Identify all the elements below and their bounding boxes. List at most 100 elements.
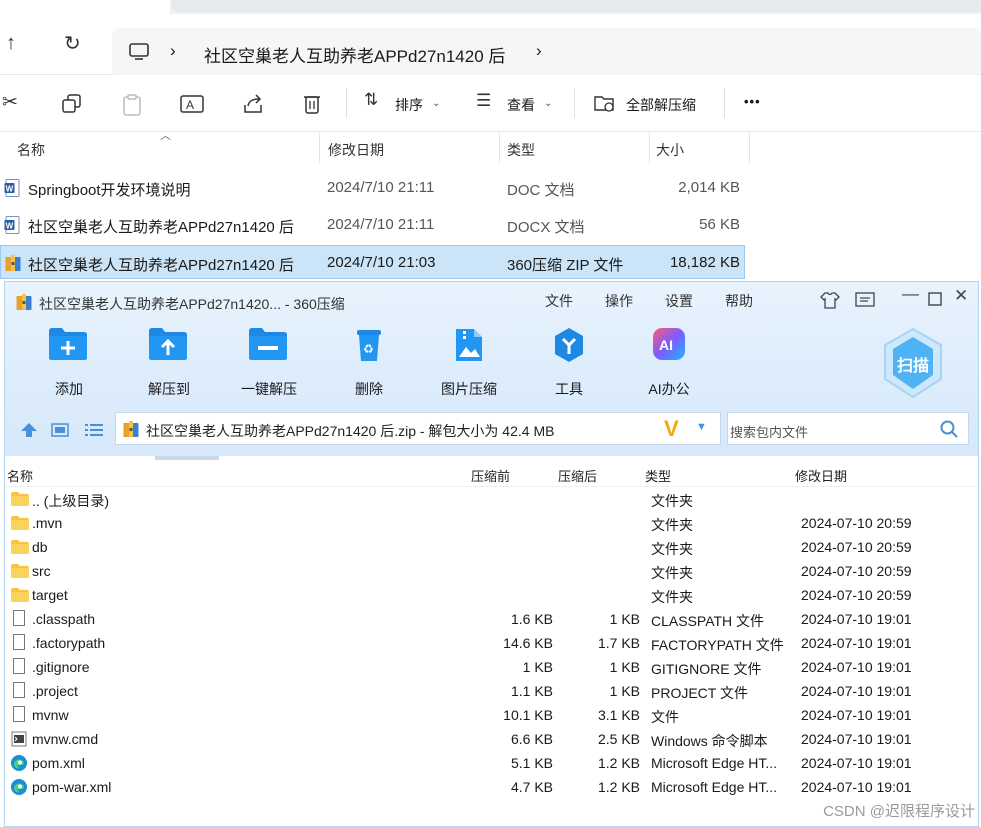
view-button[interactable]: ☰ 查看 ⌄ [474, 91, 564, 117]
file-type: DOCX 文档 [507, 219, 585, 236]
chevron-right-icon[interactable]: › [536, 41, 542, 61]
zip-row-after: 1 KB [609, 611, 640, 627]
file-type: DOC 文档 [507, 182, 575, 199]
column-type[interactable]: 类型 [507, 140, 535, 170]
sort-button[interactable]: ⇅ 排序 ⌄ [362, 90, 452, 117]
column-modified[interactable]: 修改日期 [328, 140, 384, 170]
close-icon[interactable]: ✕ [954, 286, 968, 306]
list-view-icon[interactable] [85, 423, 103, 437]
one-click-extract-button[interactable]: 一键解压 [229, 327, 309, 397]
image-compress-button[interactable]: 图片压缩 [429, 327, 509, 397]
file-size: 2,014 KB [678, 179, 740, 196]
zip-row-before: 5.1 KB [510, 755, 553, 771]
zip-row-name: pom.xml [32, 755, 85, 771]
file-row[interactable]: W Springboot开发环境说明 2024/7/10 21:11 DOC 文… [0, 171, 745, 205]
zip-list-row[interactable]: .project 1.1 KB 1 KB PROJECT 文件 2024-07-10 1… [5, 680, 978, 704]
column-name[interactable]: 名称 [17, 140, 45, 170]
zip-column-before[interactable]: 压缩前 [471, 466, 510, 485]
address-bar: ↑ ↻ › 社区空巢老人互助养老APPd27n1420 后 › [0, 14, 981, 76]
ai-office-button[interactable]: AI AI办公 [629, 327, 709, 397]
dropdown-arrow-icon[interactable]: ▼ [696, 421, 707, 433]
message-icon[interactable] [855, 292, 875, 308]
zip-row-modified: 2024-07-10 20:59 [801, 515, 912, 531]
menu-settings[interactable]: 设置 [665, 291, 693, 311]
archive-path: 社区空巢老人互助养老APPd27n1420 后.zip - 解包大小为 42.4… [146, 423, 555, 439]
extract-to-button[interactable]: 解压到 [129, 327, 209, 397]
word-doc-icon: W [4, 179, 20, 197]
extract-folder-icon [594, 96, 614, 112]
menu-file[interactable]: 文件 [545, 291, 573, 311]
menu-operation[interactable]: 操作 [605, 291, 633, 311]
delete-icon[interactable] [302, 93, 322, 115]
zip-list-row[interactable]: db 文件夹 2024-07-10 20:59 [5, 536, 978, 560]
zip-column-modified[interactable]: 修改日期 [795, 466, 847, 485]
sort-icon: ⇅ [364, 90, 379, 109]
svg-text:AI: AI [659, 337, 673, 353]
extract-all-button[interactable]: 全部解压缩 [594, 91, 714, 117]
menu-help[interactable]: 帮助 [725, 291, 753, 311]
file-row-selected[interactable]: 社区空巢老人互助养老APPd27n1420 后 2024/7/10 21:03 … [0, 245, 745, 279]
refresh-icon[interactable]: ↻ [64, 31, 81, 56]
zip-row-after: 1.2 KB [597, 755, 640, 771]
zip-list-row[interactable]: .factorypath 14.6 KB 1.7 KB FACTORYPATH 文件 2… [5, 632, 978, 656]
search-placeholder: 搜索包内文件 [730, 425, 809, 440]
breadcrumb-folder[interactable]: 社区空巢老人互助养老APPd27n1420 后 [204, 42, 505, 67]
zip-row-modified: 2024-07-10 20:59 [801, 587, 912, 603]
column-divider[interactable] [749, 133, 750, 163]
more-options-icon[interactable]: ••• [744, 94, 761, 109]
column-divider[interactable] [649, 133, 650, 163]
add-folder-icon [49, 328, 87, 360]
zip-row-name: .mvn [32, 515, 63, 531]
scan-button[interactable]: 扫描 [881, 327, 945, 399]
add-button[interactable]: 添加 [29, 327, 109, 397]
zip-row-type: 文件夹 [651, 517, 693, 533]
column-size[interactable]: 大小 [656, 140, 684, 170]
share-icon[interactable] [242, 93, 264, 115]
folder-icon [11, 564, 29, 578]
one-click-label: 一键解压 [241, 381, 297, 397]
breadcrumb[interactable]: › 社区空巢老人互助养老APPd27n1420 后 › [112, 28, 981, 76]
search-input[interactable]: 搜索包内文件 [727, 412, 969, 445]
skin-icon[interactable] [820, 291, 840, 309]
zip-row-type: 文件夹 [651, 493, 693, 509]
zip-list-row[interactable]: mvnw 10.1 KB 3.1 KB 文件 2024-07-10 19:01 [5, 704, 978, 728]
zip-list-row[interactable]: .. (上级目录) 文件夹 [5, 488, 978, 512]
file-row[interactable]: W 社区空巢老人互助养老APPd27n1420 后 2024/7/10 21:1… [0, 208, 745, 242]
search-icon[interactable] [940, 420, 958, 438]
rename-icon[interactable]: A [180, 94, 204, 114]
up-level-icon[interactable] [21, 423, 37, 437]
zip-list-row[interactable]: mvnw.cmd 6.6 KB 2.5 KB Windows 命令脚本 2024-07-… [5, 728, 978, 752]
folder-icon [11, 588, 29, 602]
zip-row-modified: 2024-07-10 19:01 [801, 635, 912, 651]
zip-row-type: PROJECT 文件 [651, 685, 748, 701]
zip-row-type: 文件夹 [651, 589, 693, 605]
path-box[interactable]: 社区空巢老人互助养老APPd27n1420 后.zip - 解包大小为 42.4… [115, 412, 721, 445]
active-tab[interactable] [0, 0, 170, 14]
watermark: CSDN @迟限程序设计 [823, 803, 975, 820]
minimize-icon[interactable]: — [902, 284, 919, 304]
tools-button[interactable]: 工具 [529, 327, 609, 397]
column-divider[interactable] [499, 133, 500, 163]
delete-button[interactable]: ♻ 删除 [329, 327, 409, 397]
column-divider[interactable] [319, 133, 320, 163]
thumbnail-view-icon[interactable] [51, 423, 69, 437]
zip-row-name: .. (上级目录) [32, 493, 109, 509]
zip-column-after[interactable]: 压缩后 [558, 466, 597, 485]
zip-row-modified: 2024-07-10 20:59 [801, 539, 912, 555]
cut-icon[interactable]: ✂ [2, 91, 18, 114]
zip-list-row[interactable]: pom.xml 5.1 KB 1.2 KB Microsoft Edge HT... 2… [5, 752, 978, 776]
zip-row-name: .classpath [32, 611, 96, 627]
zip-list-row[interactable]: .gitignore 1 KB 1 KB GITIGNORE 文件 2024-07-10… [5, 656, 978, 680]
zip-list-row[interactable]: src 文件夹 2024-07-10 20:59 [5, 560, 978, 584]
up-arrow-icon[interactable]: ↑ [6, 32, 16, 55]
copy-icon[interactable] [62, 94, 82, 114]
zip-list-row[interactable]: target 文件夹 2024-07-10 20:59 [5, 584, 978, 608]
zip-list-row[interactable]: .mvn 文件夹 2024-07-10 20:59 [5, 512, 978, 536]
zip-row-name: .project [32, 683, 78, 699]
zip-list-row[interactable]: .classpath 1.6 KB 1 KB CLASSPATH 文件 2024-07-… [5, 608, 978, 632]
zip-list-row[interactable]: pom-war.xml 4.7 KB 1.2 KB Microsoft Edge HT… [5, 776, 978, 800]
maximize-icon[interactable] [928, 292, 942, 306]
zip-row-name: mvnw.cmd [32, 731, 99, 747]
zip-column-name[interactable]: 名称 [7, 466, 33, 485]
zip-column-type[interactable]: 类型 [645, 466, 671, 485]
